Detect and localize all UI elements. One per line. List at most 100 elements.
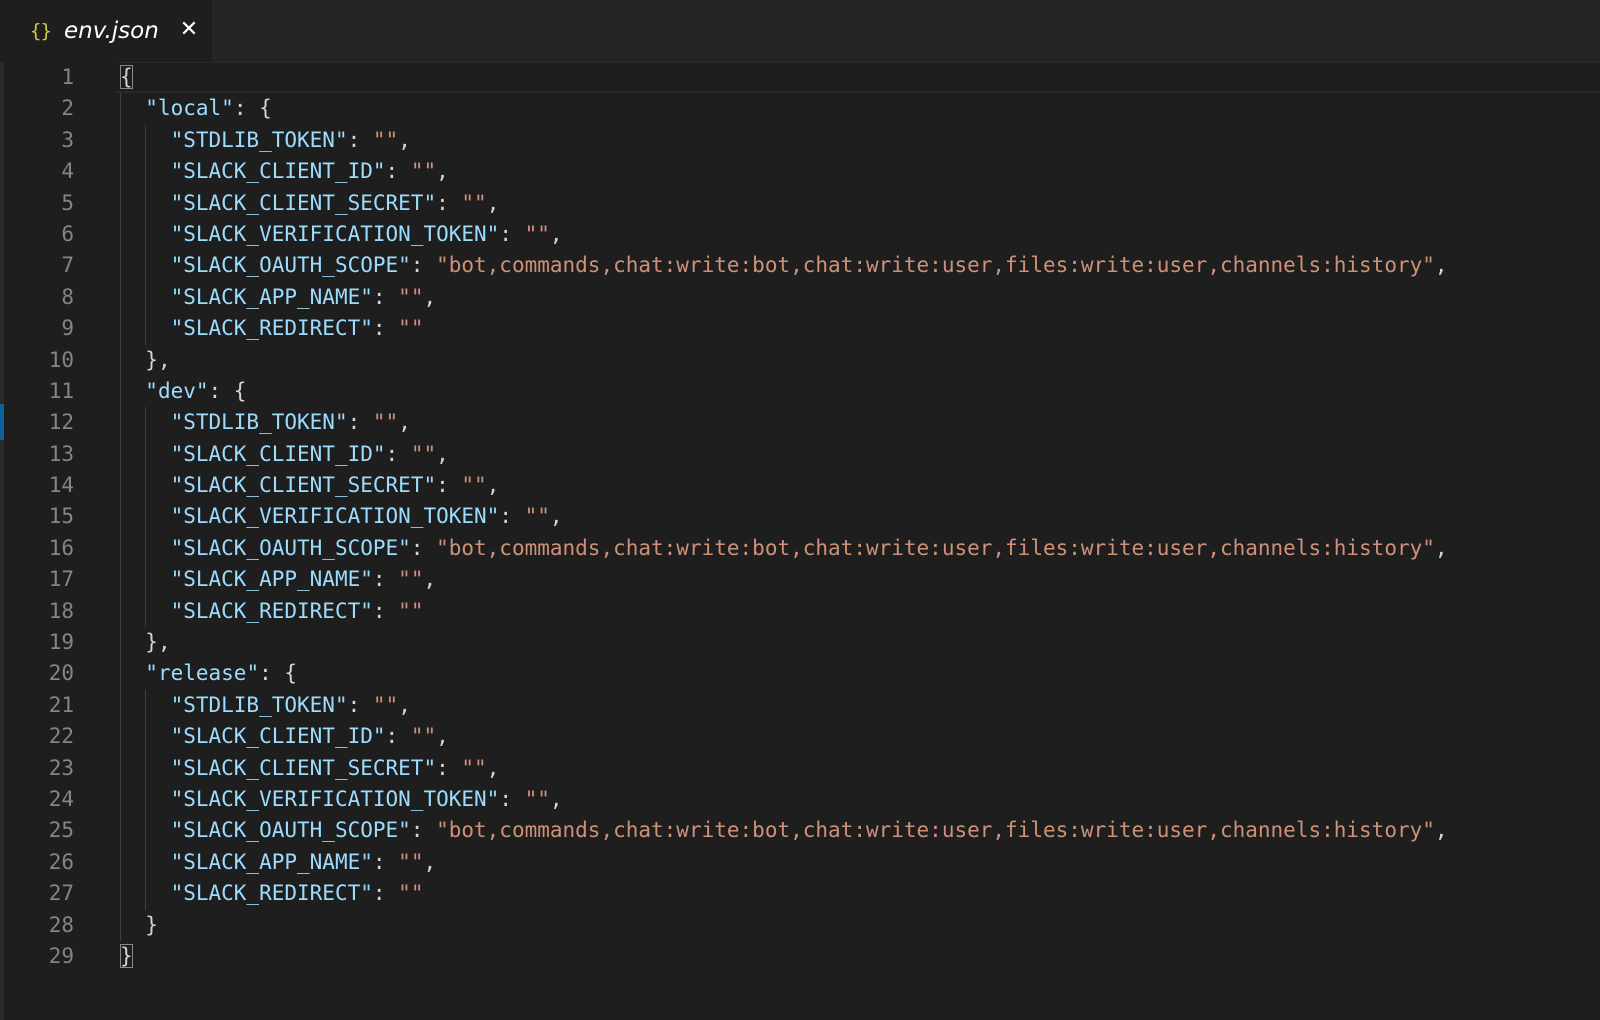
json-key: "release" [145, 661, 260, 686]
line-number: 20 [48, 661, 74, 686]
code-line[interactable]: { [120, 62, 1580, 93]
json-string: "" [398, 567, 424, 592]
json-punctuation: { [120, 65, 133, 89]
tab-label: env.json [64, 18, 159, 44]
json-string: "" [372, 127, 399, 152]
json-punctuation: , [486, 473, 500, 498]
line-number: 27 [48, 881, 74, 906]
json-punctuation: : [436, 473, 462, 498]
json-punctuation: , [549, 221, 563, 246]
close-icon[interactable]: ✕ [178, 16, 200, 44]
code-line[interactable]: "SLACK_APP_NAME": "", [120, 282, 1580, 313]
code-line[interactable]: } [120, 910, 1580, 941]
code-line[interactable]: }, [120, 345, 1580, 376]
json-string: "" [524, 786, 550, 811]
code-line[interactable]: } [120, 941, 1580, 972]
json-punctuation: , [549, 504, 563, 529]
code-line[interactable]: "SLACK_APP_NAME": "", [120, 847, 1580, 878]
json-file-icon: {} [30, 20, 52, 42]
json-string: "" [398, 316, 424, 341]
code-line[interactable]: "SLACK_CLIENT_SECRET": "", [120, 753, 1580, 784]
code-line[interactable]: "STDLIB_TOKEN": "", [120, 407, 1580, 438]
code-content[interactable]: { "local": { "STDLIB_TOKEN": "", "SLACK_… [120, 62, 1580, 972]
json-punctuation: , [436, 159, 449, 184]
code-line[interactable]: "SLACK_APP_NAME": "", [120, 564, 1580, 595]
code-line[interactable]: "release": { [120, 658, 1580, 689]
json-string: "" [410, 724, 437, 749]
json-punctuation: : [372, 849, 399, 874]
json-string: "" [524, 221, 550, 246]
code-line[interactable]: "SLACK_OAUTH_SCOPE": "bot,commands,chat:… [120, 533, 1580, 564]
line-number: 21 [48, 692, 74, 717]
json-key: "SLACK_OAUTH_SCOPE" [170, 253, 411, 278]
json-string: "bot,commands,chat:write:bot,chat:write:… [436, 535, 1435, 560]
json-punctuation: : [410, 253, 437, 278]
code-line[interactable]: "SLACK_VERIFICATION_TOKEN": "", [120, 501, 1580, 532]
json-punctuation: , [1434, 253, 1448, 278]
json-key: "SLACK_REDIRECT" [170, 881, 373, 906]
json-punctuation: : [372, 567, 399, 592]
json-key: "SLACK_CLIENT_ID" [170, 159, 386, 184]
json-punctuation: : [499, 786, 525, 811]
json-punctuation: : { [208, 378, 247, 403]
code-line[interactable]: "STDLIB_TOKEN": "", [120, 690, 1580, 721]
code-line[interactable]: "SLACK_OAUTH_SCOPE": "bot,commands,chat:… [120, 250, 1580, 281]
json-string: "" [524, 504, 550, 529]
json-punctuation: , [1434, 535, 1448, 560]
line-number: 24 [48, 786, 74, 811]
json-string: "" [410, 159, 437, 184]
tab-env-json[interactable]: {} env.json ✕ [0, 0, 212, 62]
editor-area[interactable]: 1 2 3 4 5 6 7 8 9 10 11 12 13 14 15 16 17 18 19 20 21 22 23 24 2… [0, 62, 1600, 1020]
code-line[interactable]: "SLACK_CLIENT_ID": "", [120, 156, 1580, 187]
json-punctuation: : [385, 441, 411, 466]
line-number: 25 [48, 818, 74, 843]
json-punctuation: , [486, 190, 500, 215]
json-key: "STDLIB_TOKEN" [170, 127, 348, 152]
json-string: "bot,commands,chat:write:bot,chat:write:… [436, 253, 1435, 278]
json-key: "SLACK_CLIENT_SECRET" [170, 755, 437, 780]
code-line[interactable]: "SLACK_OAUTH_SCOPE": "bot,commands,chat:… [120, 815, 1580, 846]
json-string: "" [372, 692, 399, 717]
code-line[interactable]: "SLACK_REDIRECT": "" [120, 878, 1580, 909]
json-punctuation: : [372, 881, 399, 906]
line-number: 10 [48, 347, 74, 372]
code-line[interactable]: "SLACK_CLIENT_ID": "", [120, 439, 1580, 470]
line-number: 6 [61, 221, 74, 246]
json-key: "STDLIB_TOKEN" [170, 692, 348, 717]
code-line[interactable]: "SLACK_VERIFICATION_TOKEN": "", [120, 219, 1580, 250]
json-string: "" [461, 190, 487, 215]
code-line[interactable]: "SLACK_REDIRECT": "" [120, 313, 1580, 344]
json-punctuation: : [385, 724, 411, 749]
code-line[interactable]: "SLACK_CLIENT_SECRET": "", [120, 470, 1580, 501]
json-key: "SLACK_APP_NAME" [170, 284, 373, 309]
code-line[interactable]: "SLACK_VERIFICATION_TOKEN": "", [120, 784, 1580, 815]
code-line[interactable]: "dev": { [120, 376, 1580, 407]
code-line[interactable]: "local": { [120, 93, 1580, 124]
json-punctuation: , [436, 441, 449, 466]
code-line[interactable]: }, [120, 627, 1580, 658]
line-number: 4 [61, 159, 74, 184]
code-line[interactable]: "SLACK_CLIENT_ID": "", [120, 721, 1580, 752]
code-line[interactable]: "SLACK_REDIRECT": "" [120, 596, 1580, 627]
code-line[interactable]: "STDLIB_TOKEN": "", [120, 125, 1580, 156]
line-number: 19 [48, 630, 74, 655]
json-key: "dev" [145, 378, 209, 403]
json-punctuation: : [372, 284, 399, 309]
line-number: 23 [48, 755, 74, 780]
line-number: 16 [48, 535, 74, 560]
line-number: 2 [61, 96, 74, 121]
json-key: "SLACK_CLIENT_ID" [170, 441, 386, 466]
code-line[interactable]: "SLACK_CLIENT_SECRET": "", [120, 188, 1580, 219]
json-punctuation: : [347, 410, 373, 435]
